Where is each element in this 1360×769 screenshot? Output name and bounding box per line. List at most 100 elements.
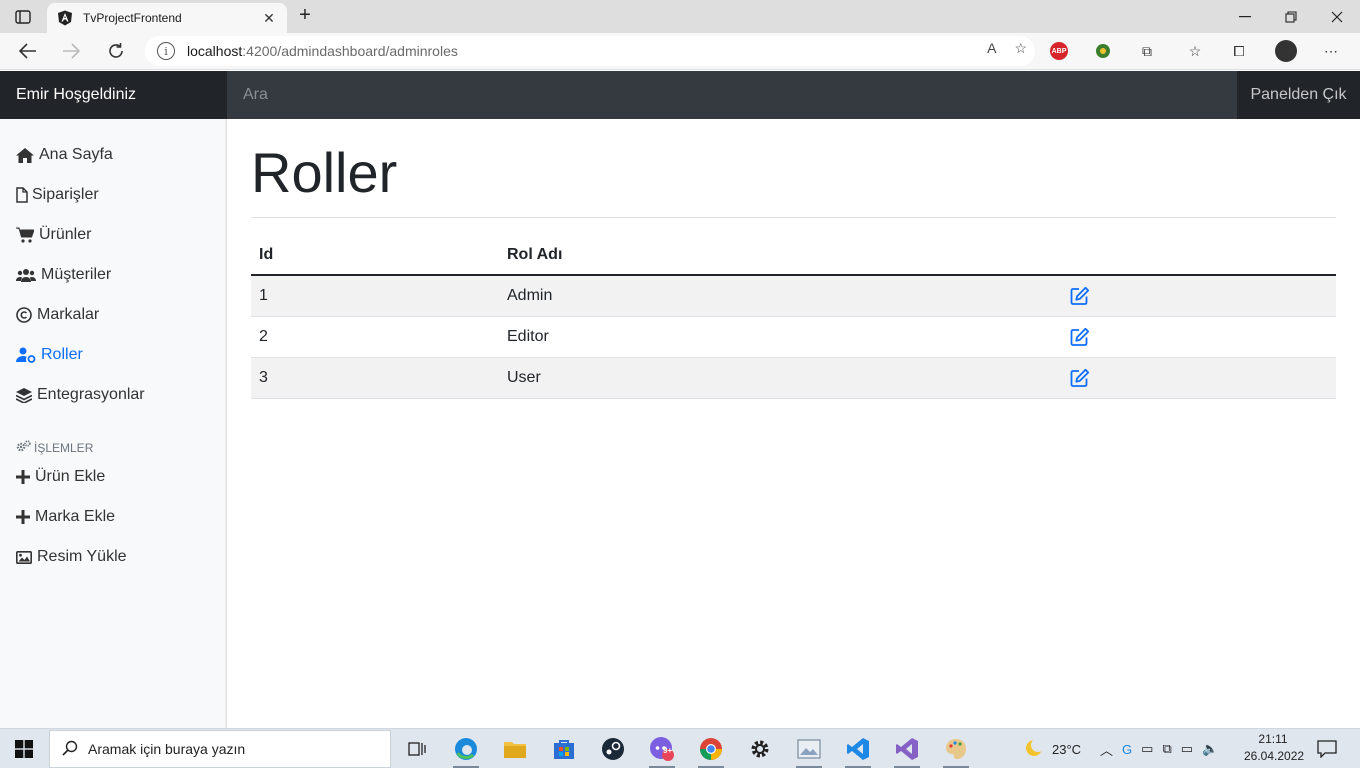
- url-field[interactable]: i localhost:4200/admindashboard/adminrol…: [145, 36, 1035, 66]
- sidebar: Ana Sayfa Siparişler Ürünler Müşteriler …: [0, 119, 227, 729]
- settings-gear-icon[interactable]: [744, 733, 776, 765]
- clock-date: 26.04.2022: [1244, 749, 1305, 763]
- edit-role-button[interactable]: [1070, 358, 1090, 398]
- user-cog-icon: [16, 347, 36, 363]
- column-header-role-name: Rol Adı: [507, 246, 563, 263]
- table-row: 1 Admin: [251, 276, 1336, 317]
- edit-icon[interactable]: [1070, 368, 1090, 388]
- home-icon: [16, 147, 34, 163]
- image-icon: [16, 550, 32, 564]
- sidebar-item-brands[interactable]: Markalar: [16, 303, 99, 327]
- tray-update-icon[interactable]: ⧉: [1162, 741, 1171, 757]
- store-icon[interactable]: [548, 733, 580, 765]
- cell-id: 3: [259, 369, 268, 386]
- task-view-icon[interactable]: [401, 733, 433, 765]
- forward-icon[interactable]: [57, 38, 85, 64]
- collections-icon[interactable]: ⧠: [1228, 40, 1250, 62]
- signout-link[interactable]: Panelden Çık: [1237, 71, 1360, 119]
- visual-studio-icon[interactable]: [891, 733, 923, 768]
- sidebar-action-label: Resim Yükle: [37, 548, 127, 565]
- angular-favicon-icon: [58, 10, 72, 26]
- sidebar-item-integrations[interactable]: Entegrasyonlar: [16, 383, 145, 407]
- system-tray: ︿ G ▭ ⧉ ▭ 🔈: [1100, 729, 1218, 769]
- sidebar-item-label: Siparişler: [32, 186, 99, 203]
- taskbar-search-placeholder: Aramak için buraya yazın: [88, 741, 246, 757]
- edit-icon[interactable]: [1070, 286, 1090, 306]
- weather-moon-icon: [1024, 737, 1045, 761]
- sidebar-item-customers[interactable]: Müşteriler: [16, 263, 111, 287]
- table-row: 3 User: [251, 358, 1336, 399]
- edit-role-button[interactable]: [1070, 317, 1090, 357]
- steam-icon[interactable]: [597, 733, 629, 765]
- tray-camera-icon[interactable]: ▭: [1141, 741, 1153, 757]
- tab-close-icon[interactable]: ✕: [261, 10, 277, 27]
- vscode-icon[interactable]: [842, 733, 874, 768]
- favorites-icon[interactable]: ☆: [1184, 40, 1206, 62]
- sidebar-item-label: Entegrasyonlar: [37, 386, 145, 403]
- sidebar-item-products[interactable]: Ürünler: [16, 223, 91, 247]
- close-window-icon[interactable]: [1314, 0, 1360, 33]
- brand-greeting[interactable]: Emir Hoşgeldiniz: [0, 71, 227, 119]
- new-tab-button[interactable]: +: [294, 5, 316, 27]
- favorite-add-icon[interactable]: ☆: [1014, 40, 1027, 57]
- adblock-icon[interactable]: ABP: [1048, 40, 1070, 62]
- file-explorer-icon[interactable]: [499, 733, 531, 765]
- tab-title: TvProjectFrontend: [83, 11, 182, 25]
- restore-icon[interactable]: [1268, 0, 1314, 33]
- address-bar: i localhost:4200/admindashboard/adminrol…: [0, 33, 1360, 70]
- layers-icon: [16, 387, 32, 403]
- url-host: localhost: [187, 43, 243, 59]
- refresh-icon[interactable]: [102, 38, 130, 64]
- sidebar-action-upload-image[interactable]: Resim Yükle: [16, 545, 127, 569]
- url-path: :4200/admindashboard/adminroles: [242, 43, 458, 59]
- sidebar-action-label: Marka Ekle: [35, 508, 116, 525]
- chrome-icon[interactable]: [695, 733, 727, 768]
- edit-icon[interactable]: [1070, 327, 1090, 347]
- back-icon[interactable]: [14, 38, 42, 64]
- network-icon[interactable]: ▭: [1181, 741, 1193, 757]
- notifications-icon[interactable]: [1317, 729, 1337, 769]
- site-info-icon[interactable]: i: [157, 42, 175, 60]
- profile-avatar[interactable]: [1275, 40, 1297, 62]
- sidebar-item-home[interactable]: Ana Sayfa: [16, 143, 113, 167]
- browser-tab[interactable]: TvProjectFrontend ✕: [47, 3, 287, 33]
- cart-icon: [16, 227, 34, 243]
- tray-chevron-up-icon[interactable]: ︿: [1100, 740, 1113, 759]
- sidebar-item-roles[interactable]: Roller: [16, 343, 83, 367]
- sidebar-action-add-product[interactable]: Ürün Ekle: [16, 465, 105, 489]
- sidebar-item-orders[interactable]: Siparişler: [16, 183, 99, 207]
- windows-start-icon[interactable]: [0, 729, 48, 769]
- cell-id: 2: [259, 328, 268, 345]
- read-aloud-icon[interactable]: A: [987, 40, 996, 57]
- tray-app-icon[interactable]: G: [1122, 742, 1132, 757]
- table-row: 2 Editor: [251, 317, 1336, 358]
- taskbar: Aramak için buraya yazın 9+ 23°C ︿ G ▭ ⧉…: [0, 728, 1360, 768]
- taskbar-search-input[interactable]: Aramak için buraya yazın: [49, 730, 391, 768]
- column-header-id: Id: [259, 246, 274, 263]
- sidebar-section-heading: İŞLEMLER: [16, 440, 93, 455]
- app-navbar: Emir Hoşgeldiniz Ara Panelden Çık: [0, 71, 1360, 119]
- extensions-puzzle-icon[interactable]: ⧉: [1136, 40, 1158, 62]
- more-menu-icon[interactable]: ⋯: [1320, 40, 1342, 62]
- sidebar-item-label: Ana Sayfa: [39, 146, 113, 163]
- paint-icon[interactable]: [940, 733, 972, 768]
- search-input[interactable]: Ara: [227, 71, 1237, 119]
- taskbar-clock[interactable]: 21:11 26.04.2022: [1244, 731, 1305, 765]
- weather-temperature: 23°C: [1052, 741, 1082, 757]
- edge-browser-icon[interactable]: [450, 733, 482, 768]
- weather-widget[interactable]: 23°C: [1024, 729, 1081, 769]
- discord-badge: 9+: [663, 746, 673, 755]
- sidebar-action-add-brand[interactable]: Marka Ekle: [16, 505, 115, 529]
- cell-role-name: Admin: [507, 287, 553, 304]
- image-viewer-icon[interactable]: [793, 733, 825, 768]
- sidebar-item-label: Müşteriler: [41, 266, 112, 283]
- volume-icon[interactable]: 🔈: [1202, 741, 1218, 757]
- cell-role-name: Editor: [507, 328, 549, 345]
- edit-role-button[interactable]: [1070, 276, 1090, 316]
- minimize-icon[interactable]: [1222, 0, 1268, 33]
- extension-globe-icon[interactable]: [1092, 40, 1114, 62]
- tab-actions-icon[interactable]: [10, 7, 36, 27]
- cell-id: 1: [259, 287, 268, 304]
- discord-icon[interactable]: 9+: [646, 733, 678, 768]
- copyright-icon: [16, 307, 32, 323]
